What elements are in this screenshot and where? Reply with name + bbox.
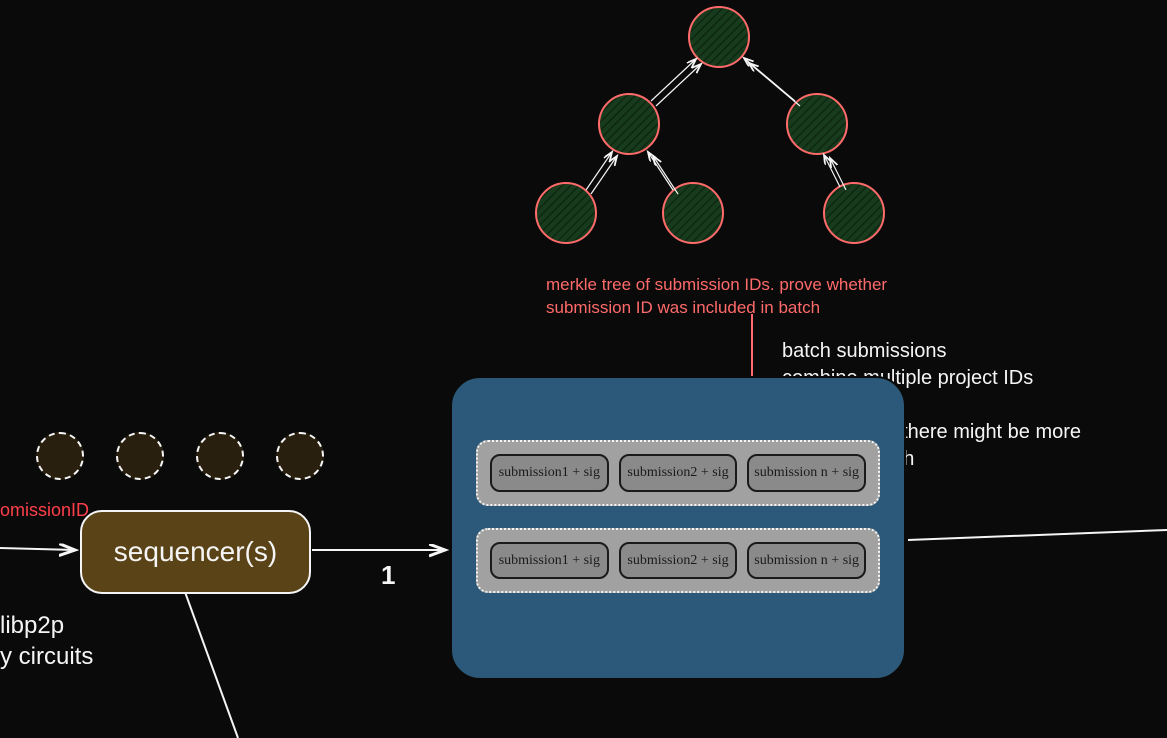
pending-node-icon <box>36 432 84 480</box>
sequencer-box: sequencer(s) <box>80 510 311 594</box>
libp2p-line1: libp2p <box>0 612 64 639</box>
submission-box: submission2 + sig <box>619 454 738 492</box>
batch-row: submission1 + sig submission2 + sig subm… <box>476 528 880 594</box>
libp2p-line2: y circuits <box>0 643 93 670</box>
line-batch-out-right <box>908 530 1167 540</box>
merkle-caption: merkle tree of submission IDs. prove whe… <box>546 274 966 320</box>
submission-box: submission n + sig <box>747 454 866 492</box>
batch-caption-line1: batch submissions <box>782 340 947 362</box>
diagram-canvas: merkle tree of submission IDs. prove whe… <box>0 0 1167 738</box>
submission-box: submission n + sig <box>747 542 866 580</box>
libp2p-label: libp2p y circuits <box>0 610 93 672</box>
edge-label-1: 1 <box>381 560 395 591</box>
batch-row: submission1 + sig submission2 + sig subm… <box>476 440 880 506</box>
batch-container: submission1 + sig submission2 + sig subm… <box>450 376 906 680</box>
pending-node-icon <box>116 432 164 480</box>
pending-node-icon <box>276 432 324 480</box>
pending-node-icon <box>196 432 244 480</box>
merkle-caption-line1: merkle tree of submission IDs. prove whe… <box>546 275 887 294</box>
sequencer-label: sequencer(s) <box>114 536 277 568</box>
submission-box: submission1 + sig <box>490 542 609 580</box>
arrow-into-sequencer <box>0 548 75 550</box>
submission-box: submission2 + sig <box>619 542 738 580</box>
merkle-caption-line2: submission ID was included in batch <box>546 298 820 317</box>
line-sequencer-down <box>185 592 238 738</box>
submission-id-label: omissionID <box>0 500 89 521</box>
submission-box: submission1 + sig <box>490 454 609 492</box>
merkle-tree <box>536 7 884 243</box>
